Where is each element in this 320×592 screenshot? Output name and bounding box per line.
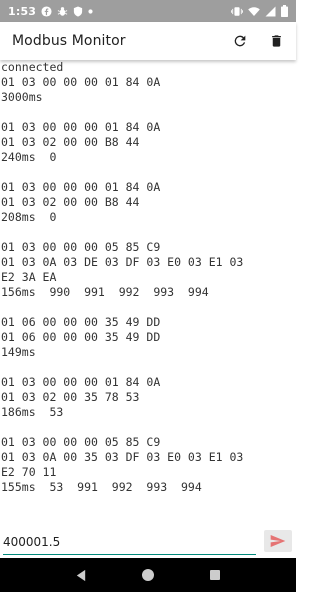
signal-icon: [265, 6, 276, 17]
recents-icon: [209, 570, 220, 580]
vibrate-icon: [231, 6, 243, 17]
home-button[interactable]: [136, 563, 160, 587]
delete-icon: [271, 35, 281, 47]
log-line: 01 03 00 00 00 05 85 C9: [1, 240, 161, 254]
log-line: 149ms: [1, 345, 36, 359]
log-line: 240ms 0: [1, 150, 57, 164]
status-left: 1:53: [8, 5, 93, 18]
log-line: 156ms 990 991 992 993 994: [1, 285, 209, 299]
send-button[interactable]: [264, 530, 292, 552]
log-line: 01 03 0A 03 DE 03 DF 03 E0 03 E1 03: [1, 255, 244, 269]
app-actions: [230, 31, 286, 51]
facebook-icon: [41, 5, 52, 17]
bug-icon: [57, 6, 68, 17]
refresh-button[interactable]: [230, 31, 250, 51]
log-line: connected: [1, 60, 64, 74]
log-line: E2 70 11: [1, 465, 57, 479]
input-area: [0, 524, 296, 558]
app-bar: Modbus Monitor: [0, 22, 296, 60]
delete-button[interactable]: [266, 31, 286, 51]
back-button[interactable]: [69, 563, 93, 587]
status-time: 1:53: [8, 4, 37, 18]
log-line: 155ms 53 991 992 993 994: [1, 480, 202, 494]
status-right: [231, 5, 288, 17]
log-line: 01 03 00 00 00 05 85 C9: [1, 435, 161, 449]
log-line: 01 06 00 00 00 35 49 DD: [1, 315, 161, 329]
log-line: 01 03 00 00 00 01 84 0A: [1, 75, 161, 89]
send-icon: [270, 535, 286, 547]
command-input[interactable]: [3, 527, 256, 555]
app-title: Modbus Monitor: [12, 33, 126, 49]
shield-icon: [73, 5, 83, 17]
nav-bar: [0, 558, 296, 592]
recents-button[interactable]: [203, 563, 227, 587]
status-bar: 1:53: [0, 0, 296, 22]
log-line: 01 03 00 00 00 01 84 0A: [1, 180, 161, 194]
log-line: 01 03 02 00 00 B8 44: [1, 135, 140, 149]
log-line: 01 03 00 00 00 01 84 0A: [1, 375, 161, 389]
log-line: 01 06 00 00 00 35 49 DD: [1, 330, 161, 344]
log-line: 01 03 02 00 00 B8 44: [1, 195, 140, 209]
log-line: 01 03 00 00 00 01 84 0A: [1, 120, 161, 134]
log-line: 01 03 0A 00 35 03 DF 03 E0 03 E1 03: [1, 450, 244, 464]
wifi-icon: [248, 6, 260, 17]
notification-dot-icon: [88, 8, 93, 14]
log-line: 3000ms: [1, 90, 43, 104]
home-icon: [141, 569, 154, 581]
log-line: 208ms 0: [1, 210, 57, 224]
log-output: connected 01 03 00 00 00 01 84 0A 3000ms 01…: [0, 60, 296, 522]
log-line: 186ms 53: [1, 405, 64, 419]
refresh-icon: [234, 35, 246, 47]
log-line: 01 03 02 00 35 78 53: [1, 390, 140, 404]
back-icon: [77, 569, 86, 581]
log-line: E2 3A EA: [1, 270, 57, 284]
battery-icon: [281, 5, 288, 17]
